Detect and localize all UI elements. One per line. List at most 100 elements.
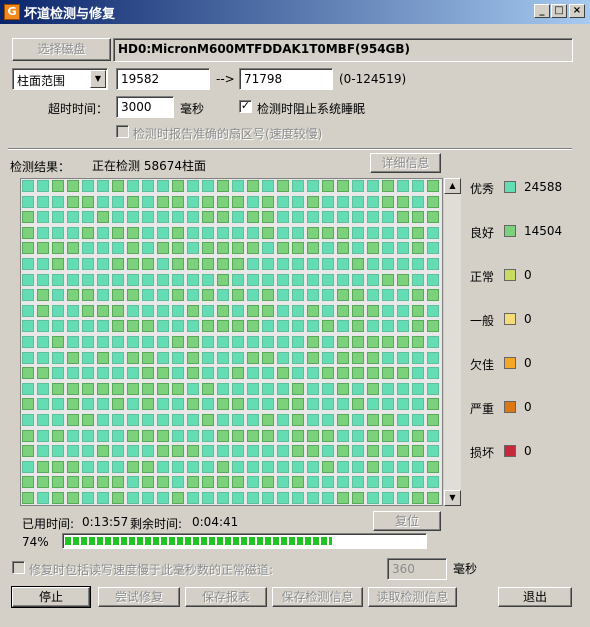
scan-cell (307, 226, 319, 239)
scan-cell (322, 195, 334, 208)
scan-cell (232, 382, 244, 395)
scan-cell (37, 367, 49, 380)
scan-cell (307, 242, 319, 255)
scan-cell (82, 476, 94, 489)
maximize-button[interactable]: □ (551, 4, 567, 18)
scan-cell (382, 258, 394, 270)
scan-cell (277, 367, 289, 380)
save-info-button[interactable]: 保存检测信息 (272, 587, 363, 607)
scan-cell (217, 382, 229, 395)
scan-cell (277, 476, 289, 489)
reset-button[interactable]: 复位 (373, 511, 441, 531)
scan-cell (322, 445, 334, 458)
scan-cell (37, 242, 49, 255)
scan-cell (277, 460, 289, 473)
scan-cell (187, 336, 199, 348)
scan-cell (352, 336, 364, 348)
scan-cell (142, 273, 154, 286)
load-info-button[interactable]: 读取检测信息 (368, 587, 457, 607)
scan-cell (352, 382, 364, 395)
scan-cell (202, 367, 214, 380)
scan-cell (322, 429, 334, 442)
scan-cell (157, 289, 169, 302)
close-button[interactable]: × (569, 4, 585, 18)
chevron-down-icon[interactable]: ▼ (90, 70, 106, 88)
prevent-sleep-checkbox[interactable]: ✓ (239, 100, 252, 113)
scan-cell (22, 398, 34, 411)
scan-cell (187, 242, 199, 255)
scan-cell (262, 336, 274, 348)
scan-cell (232, 180, 244, 192)
scan-cell (427, 382, 439, 395)
minimize-button[interactable]: _ (534, 4, 550, 18)
stop-button[interactable]: 停止 (11, 586, 91, 608)
scan-cell (277, 180, 289, 192)
scan-cell (157, 195, 169, 208)
scan-cell (217, 195, 229, 208)
legend-label: 良好 (470, 226, 495, 240)
scan-cell (217, 476, 229, 489)
scan-cell (262, 460, 274, 473)
legend-label: 正常 (470, 270, 495, 284)
details-button[interactable]: 详细信息 (370, 153, 441, 173)
scan-cell (397, 273, 409, 286)
scan-cell (172, 460, 184, 473)
scan-cell (367, 476, 379, 489)
scan-cell (232, 226, 244, 239)
scan-cell (322, 367, 334, 380)
scan-cell (82, 460, 94, 473)
scan-cell (322, 336, 334, 348)
select-disk-button[interactable]: 选择磁盘 (12, 38, 111, 61)
scan-cell (67, 414, 79, 426)
threshold-input[interactable]: 360 (387, 558, 447, 580)
legend-swatch (504, 357, 516, 369)
include-slow-checkbox[interactable] (12, 561, 25, 574)
scan-cell (82, 289, 94, 302)
scan-cell (172, 304, 184, 317)
grid-scrollbar[interactable]: ▲ ▼ (444, 178, 461, 506)
scan-cell (247, 258, 259, 270)
report-sector-checkbox[interactable] (116, 125, 129, 138)
scan-cell (112, 351, 124, 364)
scan-cell (67, 367, 79, 380)
disk-name-field: HD0:MicronM600MTFDDAK1T0MBF(954GB) (113, 38, 573, 62)
timeout-label: 超时时间： (48, 102, 109, 116)
scan-cell (37, 429, 49, 442)
scan-cell (202, 414, 214, 426)
scan-cell (352, 242, 364, 255)
scan-cell (382, 336, 394, 348)
scroll-up-icon[interactable]: ▲ (444, 178, 461, 194)
range-end-input[interactable]: 71798 (239, 68, 333, 90)
scan-cell (157, 304, 169, 317)
scan-cell (37, 336, 49, 348)
scan-cell (97, 242, 109, 255)
range-start-input[interactable]: 19582 (116, 68, 210, 90)
scan-cell (202, 273, 214, 286)
scan-cell (157, 367, 169, 380)
scan-cell (52, 180, 64, 192)
scan-cell (322, 211, 334, 224)
report-sector-label: 检测时报告准确的扇区号(速度较慢) (133, 127, 323, 141)
scan-cell (157, 445, 169, 458)
try-repair-button[interactable]: 尝试修复 (98, 587, 180, 607)
scan-cell (22, 476, 34, 489)
scan-cell (352, 180, 364, 192)
scan-cell (277, 414, 289, 426)
save-report-button[interactable]: 保存报表 (185, 587, 267, 607)
scan-cell (262, 367, 274, 380)
scan-cell (232, 367, 244, 380)
range-mode-select[interactable]: 柱面范围 ▼ (12, 68, 108, 90)
scan-cell (307, 336, 319, 348)
scan-cell (292, 258, 304, 270)
scan-cell (67, 445, 79, 458)
scan-cell (307, 445, 319, 458)
timeout-input[interactable]: 3000 (116, 96, 174, 118)
exit-button[interactable]: 退出 (498, 587, 572, 607)
remaining-value: 0:04:41 (192, 515, 239, 529)
scan-cell (292, 195, 304, 208)
scan-cell (427, 351, 439, 364)
scan-cell (202, 289, 214, 302)
scan-cell (382, 445, 394, 458)
scan-cell (82, 226, 94, 239)
scroll-down-icon[interactable]: ▼ (444, 490, 461, 506)
